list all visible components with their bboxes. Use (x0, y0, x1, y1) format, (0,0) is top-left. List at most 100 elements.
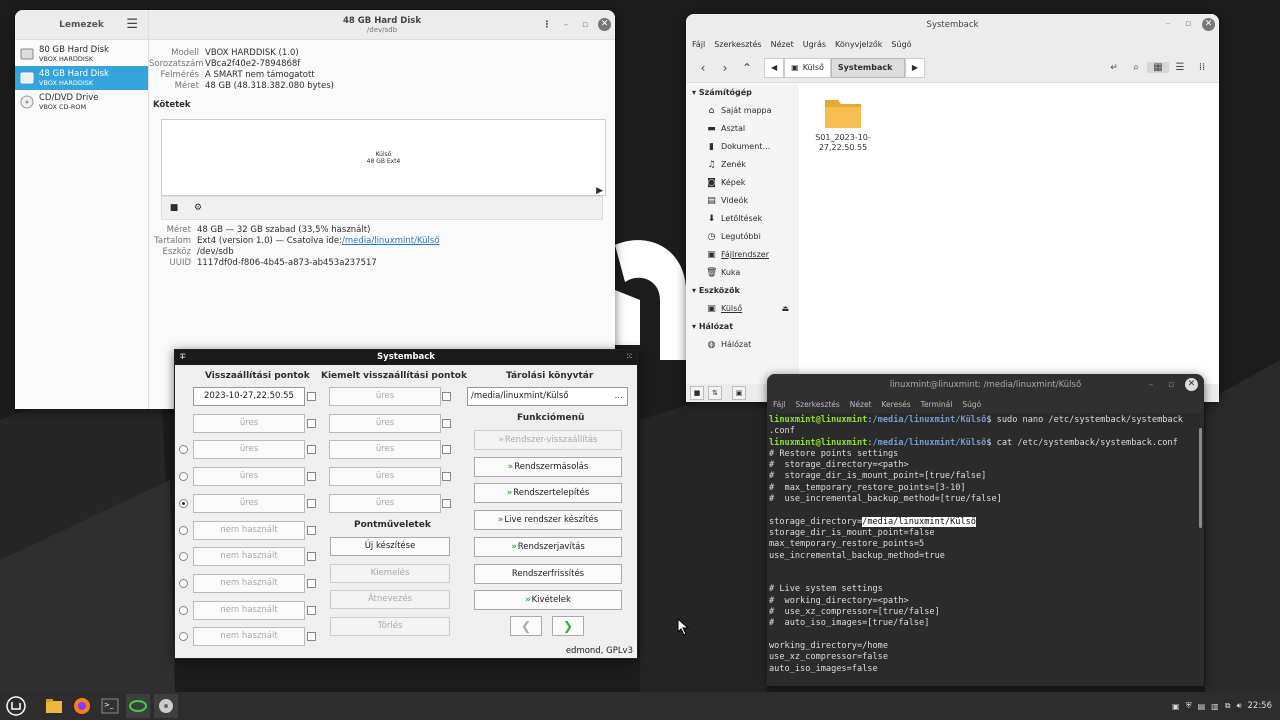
restore-point-radio[interactable] (179, 498, 188, 508)
restore-point-field[interactable]: üres (193, 440, 305, 460)
highlighted-point-checkbox[interactable] (442, 472, 451, 482)
previous-button[interactable]: ❮ (510, 616, 542, 636)
places-toggle-icon[interactable]: ■ (690, 386, 704, 400)
point-op-button[interactable]: Új készítése (330, 537, 450, 556)
back-icon[interactable]: ‹ (692, 61, 714, 75)
menu-item[interactable]: Szerkesztés (714, 36, 761, 53)
firefox-launcher-icon[interactable] (70, 694, 94, 718)
minimize-button[interactable]: – (560, 19, 572, 31)
grip-icon[interactable]: ⁙ (626, 350, 633, 365)
path-right-arrow[interactable]: ▶ (904, 57, 926, 78)
volume-map[interactable]: Külső 48 GB Ext4 ▶ (161, 119, 606, 196)
restore-point-field[interactable]: nem használt (193, 627, 305, 647)
disks-taskbar-icon[interactable] (154, 694, 178, 718)
menu-item[interactable]: Súgó (962, 396, 981, 413)
restore-point-field[interactable]: 2023-10-27,22.50.55 (193, 387, 305, 406)
sidebar-item-desktop[interactable]: ▬ Asztal (686, 120, 799, 138)
sidebar-item-home[interactable]: ⌂ Saját mappa (686, 102, 799, 120)
restore-point-checkbox[interactable] (307, 552, 316, 562)
folder-item[interactable]: S01_2023-10- 27,22.50.55 (811, 96, 875, 153)
sidebar-item-documents[interactable]: ▮ Dokument… (686, 138, 799, 156)
tree-toggle-icon[interactable]: ⇅ (708, 386, 722, 400)
restore-point-radio[interactable] (179, 605, 188, 615)
minimize-button[interactable]: – (1162, 18, 1174, 30)
restore-point-field[interactable]: nem használt (193, 520, 305, 540)
restore-point-field[interactable]: nem használt (193, 600, 305, 620)
sidebar-heading-network[interactable]: ▾ Hálózat (686, 318, 799, 336)
minimize-button[interactable]: – (1145, 379, 1157, 391)
function-button[interactable]: Rendszerfrissítés (474, 563, 622, 584)
mount-link[interactable]: /media/linuxmint/Külső (342, 236, 439, 247)
forward-icon[interactable]: › (714, 61, 736, 75)
close-button[interactable]: ✕ (1185, 378, 1198, 391)
terminal-launcher-icon[interactable]: >_ (98, 694, 122, 718)
maximize-button[interactable]: ▫ (1182, 18, 1194, 30)
path-button-systemback[interactable]: Systemback (830, 57, 905, 78)
disk-item-80gb[interactable]: 80 GB Hard Disk VBOX HARDDISK (15, 42, 148, 66)
restore-point-checkbox[interactable] (307, 418, 316, 428)
sidebar-heading-computer[interactable]: ▾ Számítógép (686, 84, 799, 102)
sidebar-item-videos[interactable]: ▤ Videók (686, 192, 799, 210)
restore-point-radio[interactable] (179, 578, 188, 588)
list-view-icon[interactable]: ☰ (1169, 62, 1191, 73)
restore-point-field[interactable]: nem használt (193, 573, 305, 593)
menu-item[interactable]: Fájl (692, 36, 705, 53)
point-op-button[interactable]: Kiemelés (330, 563, 450, 583)
menu-item[interactable]: Terminál (921, 396, 953, 413)
menu-item[interactable]: Ugrás (803, 36, 826, 53)
close-button[interactable]: ✕ (1202, 18, 1215, 31)
restore-point-radio[interactable] (179, 552, 188, 562)
maximize-button[interactable]: ▫ (579, 19, 591, 31)
sidebar-item-recent[interactable]: ◷ Legutóbbi (686, 228, 799, 246)
grid-view-icon[interactable]: ▦ (1147, 62, 1169, 73)
sidebar-item-pictures[interactable]: ◙ Képek (686, 174, 799, 192)
search-icon[interactable]: ⌕ (1125, 62, 1147, 73)
network-icon[interactable]: ⧉ (1225, 701, 1231, 711)
highlighted-point-field[interactable]: üres (329, 387, 441, 406)
mint-menu-icon[interactable] (4, 694, 28, 718)
function-button[interactable]: »Kivételek (474, 590, 622, 611)
play-icon[interactable]: ▶ (596, 186, 603, 196)
restore-point-field[interactable]: üres (193, 413, 305, 433)
systemback-taskbar-icon[interactable] (126, 694, 150, 718)
restore-point-field[interactable]: üres (193, 493, 305, 513)
restore-point-radio[interactable] (179, 472, 188, 482)
restore-point-checkbox[interactable] (307, 498, 316, 508)
restore-point-checkbox[interactable] (307, 445, 316, 455)
shield-icon[interactable]: ⛨ (1186, 701, 1192, 711)
window-list-icon[interactable]: ▤ (1198, 702, 1206, 711)
close-button[interactable]: ✕ (598, 18, 611, 31)
menu-item[interactable]: Nézet (771, 36, 794, 53)
point-op-button[interactable]: Átnevezés (330, 590, 450, 610)
next-button[interactable]: ❯ (552, 616, 584, 636)
restore-point-checkbox[interactable] (307, 392, 316, 401)
updates-icon[interactable]: ▣ (1172, 702, 1180, 711)
menu-item[interactable]: Nézet (850, 396, 872, 413)
display-icon[interactable]: ▥ (1211, 702, 1219, 711)
menu-item[interactable]: Súgó (891, 36, 911, 53)
menu-item[interactable]: Keresés (882, 396, 911, 413)
terminal-scrollbar[interactable] (1199, 428, 1202, 528)
menu-item[interactable]: Fájl (773, 396, 785, 413)
function-button[interactable]: »Rendszertelepítés (474, 483, 622, 504)
sidebar-heading-devices[interactable]: ▾ Eszközök (686, 282, 799, 300)
clock[interactable]: 22:56 (1248, 701, 1273, 711)
stop-icon[interactable]: ■ (162, 197, 186, 219)
highlighted-point-checkbox[interactable] (442, 392, 451, 401)
restore-point-checkbox[interactable] (307, 472, 316, 482)
restore-point-checkbox[interactable] (307, 632, 316, 642)
disk-item-cdrom[interactable]: CD/DVD Drive VBOX CD-ROM (15, 90, 148, 114)
gears-icon[interactable]: ⚙ (186, 197, 210, 219)
files-launcher-icon[interactable] (42, 694, 66, 718)
point-op-button[interactable]: Törlés (330, 617, 450, 637)
restore-point-field[interactable]: nem használt (193, 547, 305, 567)
highlighted-point-field[interactable]: üres (329, 413, 441, 433)
function-button[interactable]: »Rendszerjavítás (474, 536, 622, 557)
location-toggle-icon[interactable]: ↵ (1103, 63, 1125, 73)
highlighted-point-field[interactable]: üres (329, 440, 441, 460)
path-button-kulso[interactable]: ▣ Külső (784, 57, 831, 78)
volume-icon[interactable]: 🔊︎ (1236, 701, 1241, 711)
restore-point-radio[interactable] (179, 632, 188, 642)
restore-point-checkbox[interactable] (307, 578, 316, 588)
highlighted-point-checkbox[interactable] (442, 418, 451, 428)
